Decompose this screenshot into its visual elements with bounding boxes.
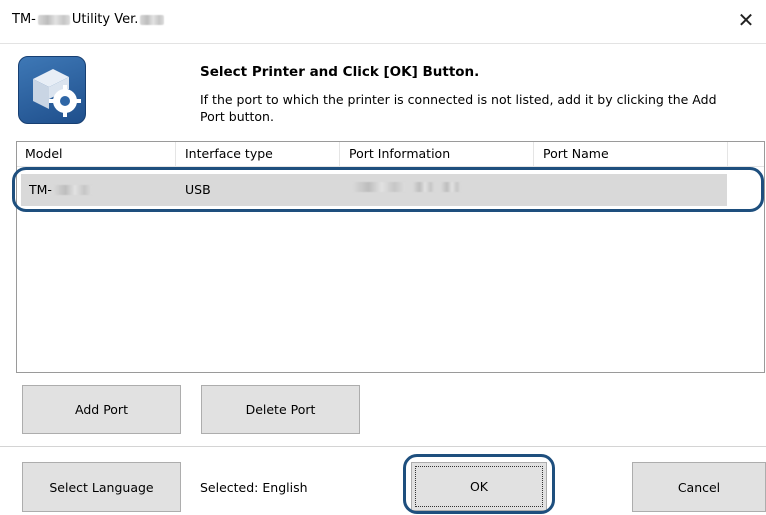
divider [0, 446, 766, 447]
instruction-description: If the port to which the printer is conn… [200, 92, 717, 124]
window-title: TM- Utility Ver. [12, 12, 165, 27]
printer-list[interactable]: Model Interface type Port Information Po… [16, 141, 765, 373]
select-language-label: Select Language [49, 479, 154, 495]
redacted-port-information [353, 182, 405, 192]
cell-port-information [353, 182, 461, 192]
table-row[interactable]: TM- USB [21, 174, 727, 206]
select-language-button[interactable]: Select Language [22, 462, 181, 512]
printer-settings-icon [18, 56, 86, 124]
column-port-information[interactable]: Port Information [349, 146, 450, 161]
list-header: Model Interface type Port Information Po… [17, 142, 764, 167]
redacted-model [53, 184, 92, 195]
cancel-button[interactable]: Cancel [632, 462, 766, 512]
column-separator [339, 142, 340, 166]
delete-port-button[interactable]: Delete Port [201, 385, 360, 434]
title-middle: Utility Ver. [71, 12, 139, 27]
close-icon: ✕ [737, 8, 755, 32]
model-prefix: TM- [29, 182, 52, 197]
redacted-port-information [441, 182, 461, 192]
column-separator [533, 142, 534, 166]
instruction-heading: Select Printer and Click [OK] Button. [200, 64, 480, 80]
delete-port-label: Delete Port [245, 402, 316, 417]
cancel-label: Cancel [677, 479, 721, 495]
cell-interface-type: USB [185, 182, 211, 197]
column-interface-type[interactable]: Interface type [185, 146, 273, 161]
redacted-port-information [413, 182, 435, 192]
column-separator [727, 142, 728, 166]
ok-button[interactable]: OK [411, 462, 547, 511]
redacted-model [37, 14, 70, 25]
selected-language-text: Selected: English [200, 480, 308, 495]
redacted-version [140, 14, 165, 25]
focus-rectangle [415, 466, 543, 507]
title-bar: TM- Utility Ver. ✕ [0, 0, 766, 44]
title-prefix: TM- [12, 12, 36, 27]
column-separator [175, 142, 176, 166]
add-port-button[interactable]: Add Port [22, 385, 181, 434]
cell-model: TM- [29, 182, 92, 197]
add-port-label: Add Port [75, 402, 128, 417]
column-model[interactable]: Model [25, 146, 63, 161]
close-button[interactable]: ✕ [734, 8, 758, 32]
column-port-name[interactable]: Port Name [543, 146, 609, 161]
